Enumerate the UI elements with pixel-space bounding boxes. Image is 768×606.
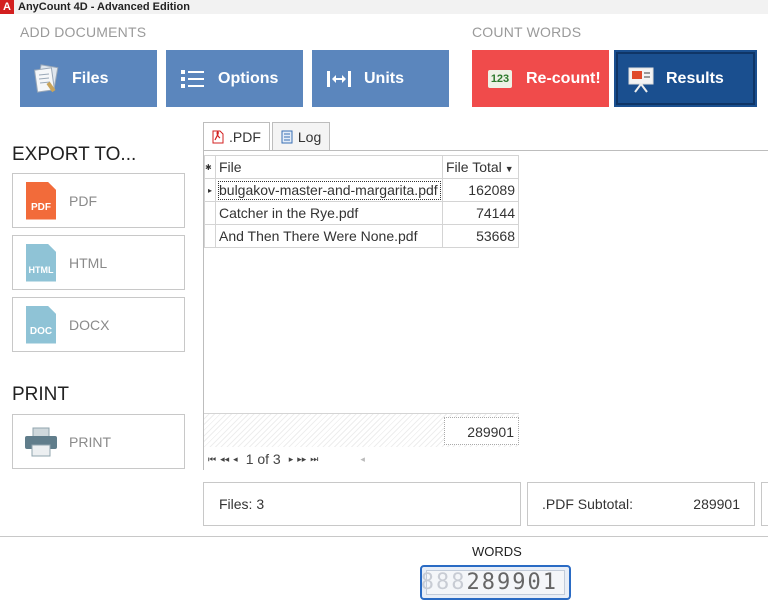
files-count: Files: 3 <box>219 496 265 512</box>
last-page-icon[interactable]: ⏭ <box>310 454 318 465</box>
pdf-subtotal-box: .PDF Subtotal: 289901 <box>527 482 755 526</box>
export-html-label: HTML <box>69 254 108 271</box>
column-header-file[interactable]: File <box>215 155 443 179</box>
page-info: 1 of 3 <box>245 451 281 467</box>
file-name-cell[interactable]: And Then There Were None.pdf <box>215 224 443 248</box>
bottom-divider <box>0 536 768 537</box>
pdf-tab-icon <box>212 130 224 144</box>
additional-stat-box <box>761 482 768 526</box>
row-indicator <box>204 224 216 248</box>
counter-123-icon: 123 <box>484 64 516 94</box>
scroll-left-icon[interactable]: ◂ <box>360 454 365 465</box>
export-pdf-label: PDF <box>69 192 97 209</box>
options-button-label: Options <box>218 69 279 87</box>
files-icon <box>32 63 62 94</box>
pdf-subtotal-label: .PDF Subtotal: <box>542 496 634 512</box>
table-header-row: ✱ File File Total ▼ <box>204 155 519 179</box>
previous-page-group-icon[interactable]: ◂◂ <box>220 454 229 465</box>
current-row-indicator-icon: ▸ <box>204 178 216 202</box>
grid-pager: ⏮ ◂◂ ◂ 1 of 3 ▸ ▸▸ ⏭ ◂ <box>204 449 519 469</box>
export-docx-button[interactable]: DOC DOCX <box>12 297 185 352</box>
tab-pdf[interactable]: .PDF <box>203 122 270 151</box>
app-logo-icon: A <box>0 0 14 14</box>
print-heading: PRINT <box>12 384 69 405</box>
files-button-label: Files <box>72 69 109 87</box>
count-words-label: COUNT WORDS <box>472 24 582 40</box>
next-page-group-icon[interactable]: ▸▸ <box>297 454 306 465</box>
row-indicator <box>204 201 216 225</box>
tab-log[interactable]: Log <box>271 122 331 150</box>
files-count-box: Files: 3 <box>203 482 521 526</box>
export-html-button[interactable]: HTML HTML <box>12 235 185 290</box>
export-to-heading: EXPORT TO... <box>12 144 137 165</box>
total-words-value: 289901 <box>466 570 558 595</box>
print-button[interactable]: PRINT <box>12 414 185 469</box>
tab-log-label: Log <box>297 128 322 145</box>
title-bar: A AnyCount 4D - Advanced Edition <box>0 0 768 14</box>
grid-footer-row: 289901 <box>204 413 519 447</box>
footer-sum-total: 289901 <box>444 417 519 445</box>
total-words-counter: 888 289901 <box>420 565 571 600</box>
units-arrows-icon <box>324 64 354 94</box>
export-pdf-button[interactable]: PDF PDF <box>12 173 185 228</box>
docx-file-icon: DOC <box>26 305 56 344</box>
file-total-cell[interactable]: 53668 <box>442 224 519 248</box>
app-title: AnyCount 4D - Advanced Edition <box>18 1 190 13</box>
table-row[interactable]: And Then There Were None.pdf 53668 <box>204 224 519 248</box>
row-indicator-header: ✱ <box>204 155 216 179</box>
units-button-label: Units <box>364 69 404 87</box>
html-file-icon: HTML <box>26 243 56 282</box>
pdf-file-icon: PDF <box>26 181 56 220</box>
results-table: ✱ File File Total ▼ ▸ bulgakov-master-and… <box>204 155 519 248</box>
file-total-cell[interactable]: 162089 <box>442 178 519 202</box>
first-page-icon[interactable]: ⏮ <box>208 454 216 465</box>
table-row[interactable]: Catcher in the Rye.pdf 74144 <box>204 201 519 225</box>
pdf-subtotal-value: 289901 <box>693 496 740 512</box>
options-button[interactable]: Options <box>166 50 303 107</box>
recount-button[interactable]: 123 Re-count! <box>472 50 609 107</box>
file-name-cell[interactable]: Catcher in the Rye.pdf <box>215 201 443 225</box>
file-name-cell[interactable]: bulgakov-master-and-margarita.pdf <box>215 178 443 202</box>
files-button[interactable]: Files <box>20 50 157 107</box>
counter-ghost-digits: 888 <box>420 570 467 595</box>
previous-page-icon[interactable]: ◂ <box>233 454 238 465</box>
document-type-tabs: .PDF Log <box>203 122 332 151</box>
log-tab-icon <box>281 130 293 143</box>
print-label: PRINT <box>69 433 111 450</box>
column-header-file-total[interactable]: File Total ▼ <box>442 155 519 179</box>
add-documents-label: ADD DOCUMENTS <box>20 24 147 40</box>
file-total-cell[interactable]: 74144 <box>442 201 519 225</box>
results-button[interactable]: Results <box>614 50 757 107</box>
units-button[interactable]: Units <box>312 50 449 107</box>
tab-pdf-label: .PDF <box>229 129 261 145</box>
options-list-icon <box>178 64 208 94</box>
export-docx-label: DOCX <box>69 316 110 333</box>
counter-display: 888 289901 <box>421 570 565 595</box>
next-page-icon[interactable]: ▸ <box>289 454 294 465</box>
results-button-label: Results <box>666 69 724 87</box>
words-label: WORDS <box>472 544 522 559</box>
table-row[interactable]: ▸ bulgakov-master-and-margarita.pdf 1620… <box>204 178 519 202</box>
recount-button-label: Re-count! <box>526 69 601 87</box>
presentation-board-icon <box>626 64 656 94</box>
sort-descending-icon: ▼ <box>504 164 514 174</box>
printer-icon <box>24 427 58 457</box>
results-grid-panel: ✱ File File Total ▼ ▸ bulgakov-master-and… <box>203 150 768 470</box>
